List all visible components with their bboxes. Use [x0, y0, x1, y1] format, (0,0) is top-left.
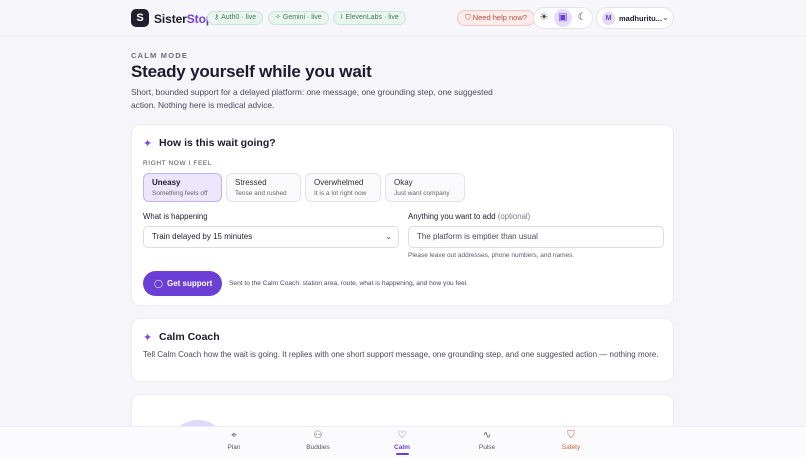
feeling-sub: It is a lot right now	[314, 190, 367, 197]
page-description: Short, bounded support for a delayed pla…	[131, 87, 493, 110]
nav-item-buddies[interactable]: ⚇ Buddies	[298, 430, 338, 451]
feel-label: RIGHT NOW I FEEL	[143, 160, 213, 167]
nav-label: Safety	[561, 444, 581, 451]
page-title: Steady yourself while you wait	[131, 62, 372, 81]
pulse-icon: ∿	[482, 430, 492, 441]
chat-icon[interactable]: ▣	[554, 9, 572, 27]
wait-card-title: How is this wait going?	[159, 137, 276, 149]
nav-item-plan[interactable]: ⌖ Plan	[214, 430, 254, 451]
top-bar: S SisterStop ⚷ Auth0 · live ✧ Gemini · liv…	[0, 0, 806, 36]
feeling-sub: Just want company	[394, 190, 450, 197]
sun-icon[interactable]: ☀	[535, 9, 553, 27]
coach-card: ✦ Calm Coach Tell Calm Coach how the wai…	[131, 318, 674, 382]
feeling-name: Overwhelmed	[314, 178, 364, 187]
feeling-option-okay[interactable]: Okay Just want company	[385, 173, 465, 202]
wait-card: ✦ How is this wait going? RIGHT NOW I FE…	[131, 124, 674, 306]
people-icon: ⚇	[313, 430, 323, 441]
chevron-down-icon: ⌄	[662, 13, 669, 22]
chat-bubble-icon: ◯	[154, 279, 163, 288]
nav-item-calm[interactable]: ♡ Calm	[382, 430, 422, 455]
moon-icon[interactable]: ☾	[573, 9, 591, 27]
status-pill-label: Gemini · live	[282, 14, 322, 21]
privacy-hint: Please leave out addresses, phone number…	[408, 252, 575, 259]
status-pill-auth0: ⚷ Auth0 · live	[207, 11, 264, 25]
brand-part1: Sister	[154, 12, 187, 26]
need-help-button[interactable]: ⛉ Need help now?	[457, 10, 535, 26]
nav-label: Buddies	[306, 444, 330, 451]
feeling-option-stressed[interactable]: Stressed Tense and rushed	[226, 173, 301, 202]
nav-label: Plan	[227, 444, 241, 451]
coach-card-title: Calm Coach	[159, 331, 220, 343]
app-logo[interactable]: S	[131, 9, 149, 27]
waveform-icon: ⌇	[340, 14, 344, 21]
feeling-name: Okay	[394, 178, 413, 187]
nav-label: Pulse	[478, 444, 496, 451]
status-pill-gemini: ✧ Gemini · live	[268, 11, 329, 25]
heart-icon: ♡	[397, 430, 407, 441]
feeling-name: Uneasy	[152, 178, 181, 187]
username: madhuritu...	[619, 14, 662, 23]
get-support-button[interactable]: ◯ Get support	[143, 271, 222, 296]
happening-select[interactable]: Train delayed by 15 minutes ⌄	[143, 226, 399, 248]
nav-item-pulse[interactable]: ∿ Pulse	[467, 430, 507, 451]
get-support-label: Get support	[167, 279, 213, 288]
happening-value: Train delayed by 15 minutes	[152, 232, 253, 241]
feeling-sub: Tense and rushed	[235, 190, 287, 197]
sparkle-icon: ✦	[143, 332, 153, 344]
nav-item-safety[interactable]: ⛉ Safety	[551, 430, 591, 451]
shield-icon: ⛉	[465, 13, 471, 22]
sparkle-icon: ✦	[143, 138, 153, 150]
map-pin-icon: ⌖	[231, 430, 237, 441]
feeling-sub: Something feels off	[152, 190, 208, 197]
coach-description: Tell Calm Coach how the wait is going. I…	[143, 350, 659, 359]
happening-label: What is happening	[143, 212, 208, 221]
key-icon: ⚷	[214, 14, 220, 21]
feeling-name: Stressed	[235, 178, 267, 187]
add-label-text: Anything you want to add	[408, 212, 496, 221]
need-help-label: Need help now?	[472, 13, 527, 22]
user-menu[interactable]: M madhuritu... ⌄	[596, 7, 674, 29]
shield-icon: ⛉	[567, 430, 575, 441]
brand-name[interactable]: SisterStop	[154, 12, 213, 26]
page-eyebrow: CALM MODE	[131, 51, 189, 60]
avatar: M	[602, 12, 615, 25]
status-pill-elevenlabs: ⌇ ElevenLabs · live	[333, 11, 406, 25]
status-pill-label: ElevenLabs · live	[345, 14, 399, 21]
chevron-down-icon: ⌄	[385, 232, 392, 241]
status-pill-label: Auth0 · live	[221, 14, 257, 21]
add-label: Anything you want to add (optional)	[408, 212, 530, 221]
support-note: Sent to the Calm Coach: station area, ro…	[229, 280, 468, 287]
bottom-nav: ⌖ Plan ⚇ Buddies ♡ Calm ∿ Pulse ⛉ Safety	[0, 426, 806, 457]
add-details-input[interactable]: The platform is emptier than usual	[408, 226, 664, 248]
theme-toggle-group: ☀ ▣ ☾	[533, 7, 593, 29]
feeling-option-overwhelmed[interactable]: Overwhelmed It is a lot right now	[305, 173, 381, 202]
nav-label: Calm	[394, 444, 410, 451]
optional-tag: (optional)	[497, 212, 531, 221]
feeling-option-uneasy[interactable]: Uneasy Something feels off	[143, 173, 222, 202]
sparkle-icon: ✧	[275, 14, 281, 21]
